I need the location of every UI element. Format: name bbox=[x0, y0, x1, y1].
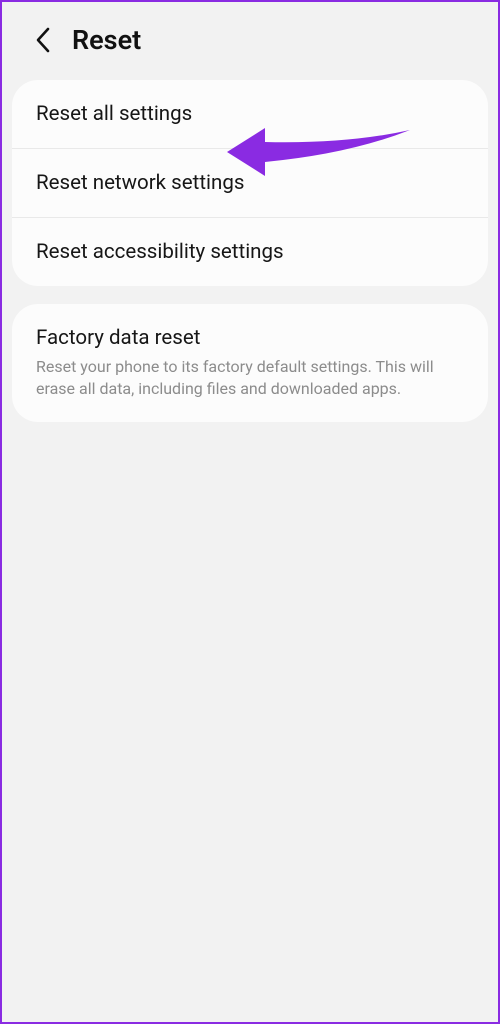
screen-frame: Reset Reset all settings Reset network s… bbox=[0, 0, 500, 1024]
reset-options-card: Reset all settings Reset network setting… bbox=[12, 80, 488, 286]
item-label: Reset accessibility settings bbox=[36, 240, 464, 264]
header-bar: Reset bbox=[2, 2, 498, 76]
item-label: Reset all settings bbox=[36, 102, 464, 126]
reset-all-settings-item[interactable]: Reset all settings bbox=[12, 80, 488, 149]
factory-data-reset-item[interactable]: Factory data reset Reset your phone to i… bbox=[12, 304, 488, 422]
item-description: Reset your phone to its factory default … bbox=[36, 356, 464, 400]
back-button[interactable] bbox=[30, 26, 58, 54]
reset-accessibility-settings-item[interactable]: Reset accessibility settings bbox=[12, 218, 488, 286]
page-title: Reset bbox=[72, 24, 141, 56]
reset-network-settings-item[interactable]: Reset network settings bbox=[12, 149, 488, 218]
item-label: Reset network settings bbox=[36, 171, 464, 195]
back-icon bbox=[35, 27, 53, 53]
factory-reset-card: Factory data reset Reset your phone to i… bbox=[12, 304, 488, 422]
item-label: Factory data reset bbox=[36, 326, 464, 350]
